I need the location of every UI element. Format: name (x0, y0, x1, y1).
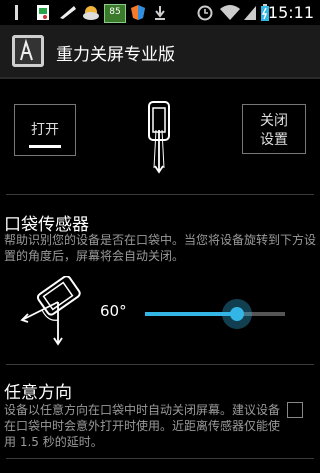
any-direction-title: 任意方向 (4, 383, 72, 403)
close-settings-label: 关闭 设置 (260, 113, 288, 148)
app-logo-icon[interactable] (12, 35, 44, 67)
wifi-icon (220, 5, 240, 20)
alarm-icon (197, 5, 213, 21)
image-icon (37, 5, 49, 20)
pocket-sensor-description: 帮助识别您的设备是否在口袋中。当您将设备旋转到下方设置的角度后，屏幕将会自动关闭… (4, 233, 317, 263)
divider (6, 194, 314, 195)
tilt-angle-icon (20, 276, 81, 346)
angle-value-label: 60° (100, 302, 127, 320)
debug-icon (15, 5, 18, 20)
close-settings-button[interactable]: 关闭 设置 (242, 104, 306, 154)
any-direction-description: 设备以任意方向在口袋中时自动关闭屏幕。建议设备在口袋中时会意外打开时使用。近距离… (4, 403, 281, 449)
divider (6, 458, 314, 459)
download-icon (155, 6, 165, 20)
open-button-label: 打开 (31, 122, 59, 138)
app-title: 重力关屏专业版 (56, 45, 175, 65)
angle-slider[interactable] (145, 299, 285, 329)
any-direction-checkbox[interactable] (287, 402, 303, 418)
battery-app-icon: 85 (104, 4, 126, 23)
phone-gravity-icon (148, 101, 170, 174)
action-bar: 重力关屏专业版 (0, 25, 320, 79)
status-bar: 85 15:11 (0, 0, 320, 26)
signal-icon (244, 6, 256, 20)
divider (6, 364, 314, 365)
weather-sun-icon (83, 6, 99, 20)
shield-icon (131, 5, 145, 20)
clock: 15:11 (267, 3, 314, 22)
weather-icon (60, 6, 76, 19)
open-button[interactable]: 打开 (14, 104, 76, 156)
open-indicator (29, 145, 61, 148)
